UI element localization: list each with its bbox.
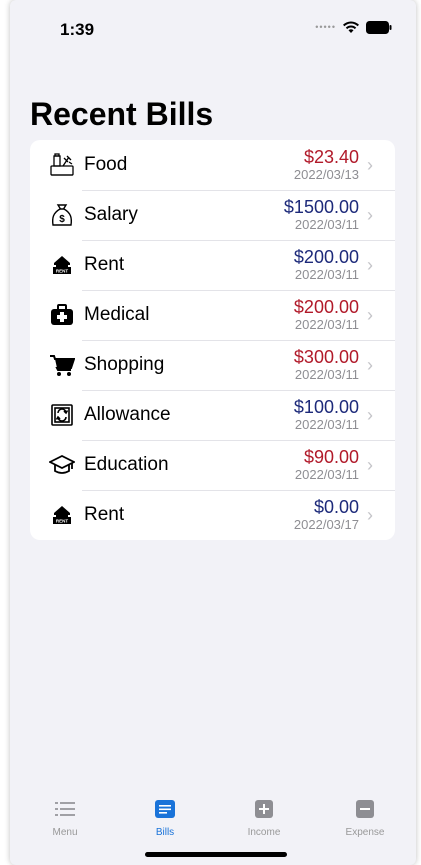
bill-label: Rent — [84, 504, 125, 525]
bill-row-allowance[interactable]: Allowance $100.00 2022/03/11 › — [30, 390, 395, 440]
bill-row-rent[interactable]: RENT Rent $0.00 2022/03/17 › — [30, 490, 395, 540]
minus-square-icon — [356, 800, 374, 818]
bill-date: 2022/03/11 — [294, 317, 359, 332]
bill-amount: $300.00 — [293, 347, 359, 367]
bill-date: 2022/03/11 — [294, 417, 359, 432]
status-bar: 1:39 ••••• — [10, 0, 416, 60]
bill-label: Food — [84, 154, 128, 175]
tab-expense[interactable]: Expense — [330, 799, 400, 838]
graduation-cap-icon — [48, 451, 76, 479]
food-icon — [48, 151, 76, 179]
chevron-right-icon: › — [367, 254, 373, 275]
signal-dots-icon: ••••• — [315, 22, 336, 32]
app-screen: 1:39 ••••• Recent Bills Food $23.40 2022… — [10, 0, 416, 865]
menu-list-icon — [55, 802, 75, 816]
tab-bills[interactable]: Bills — [130, 799, 200, 838]
chevron-right-icon: › — [367, 154, 373, 175]
plus-square-icon — [255, 800, 273, 818]
bill-row-rent[interactable]: RENT Rent $200.00 2022/03/11 › — [30, 240, 395, 290]
svg-text:RENT: RENT — [56, 269, 69, 274]
bill-amount: $200.00 — [293, 297, 359, 317]
bill-row-salary[interactable]: $ Salary $1500.00 2022/03/11 › — [30, 190, 395, 240]
wifi-icon — [343, 21, 359, 33]
chevron-right-icon: › — [367, 304, 373, 325]
shopping-cart-icon — [48, 351, 76, 379]
tab-bar: Menu Bills Income Expense — [10, 785, 416, 865]
chevron-right-icon: › — [367, 504, 373, 525]
bill-label: Allowance — [84, 404, 171, 425]
bill-label: Rent — [84, 254, 125, 275]
tab-label: Income — [247, 827, 281, 838]
bill-amount: $90.00 — [303, 447, 359, 467]
bill-date: 2022/03/13 — [293, 167, 359, 182]
rent-house-icon: RENT — [48, 501, 76, 529]
bill-date: 2022/03/11 — [294, 217, 359, 232]
bill-amount: $100.00 — [293, 397, 359, 417]
bill-row-medical[interactable]: Medical $200.00 2022/03/11 › — [30, 290, 395, 340]
bill-row-food[interactable]: Food $23.40 2022/03/13 › — [30, 140, 395, 190]
chevron-right-icon: › — [367, 204, 373, 225]
bill-amount: $1500.00 — [283, 197, 359, 217]
chevron-right-icon: › — [367, 404, 373, 425]
bills-list: Food $23.40 2022/03/13 › $ Salary $1500.… — [30, 140, 395, 540]
tab-label: Expense — [345, 827, 385, 838]
chevron-right-icon: › — [367, 354, 373, 375]
bill-row-shopping[interactable]: Shopping $300.00 2022/03/11 › — [30, 340, 395, 390]
bill-row-education[interactable]: Education $90.00 2022/03/11 › — [30, 440, 395, 490]
svg-text:$: $ — [59, 214, 65, 225]
medical-kit-icon — [48, 301, 76, 329]
rent-house-icon: RENT — [48, 251, 76, 279]
allowance-icon — [48, 401, 76, 429]
battery-icon — [366, 20, 392, 34]
chevron-right-icon: › — [367, 454, 373, 475]
bill-amount: $0.00 — [313, 497, 359, 517]
status-time: 1:39 — [60, 20, 95, 39]
bill-date: 2022/03/11 — [294, 367, 359, 382]
tab-menu[interactable]: Menu — [30, 799, 100, 838]
bill-label: Salary — [84, 204, 138, 225]
bills-icon — [155, 800, 175, 818]
money-bag-icon: $ — [48, 201, 76, 229]
bill-date: 2022/03/17 — [293, 517, 359, 532]
tab-label: Bills — [155, 827, 175, 838]
bill-date: 2022/03/11 — [294, 467, 359, 482]
bill-date: 2022/03/11 — [294, 267, 359, 282]
svg-text:RENT: RENT — [56, 519, 69, 524]
bill-amount: $200.00 — [293, 247, 359, 267]
bill-label: Education — [84, 454, 169, 475]
bill-label: Shopping — [84, 354, 165, 375]
tab-income[interactable]: Income — [229, 799, 299, 838]
tab-label: Menu — [52, 827, 78, 838]
home-indicator[interactable] — [145, 852, 287, 857]
bill-amount: $23.40 — [303, 147, 359, 167]
bill-label: Medical — [84, 304, 150, 325]
status-icons: ••••• — [315, 20, 392, 34]
page-title: Recent Bills — [30, 96, 214, 132]
